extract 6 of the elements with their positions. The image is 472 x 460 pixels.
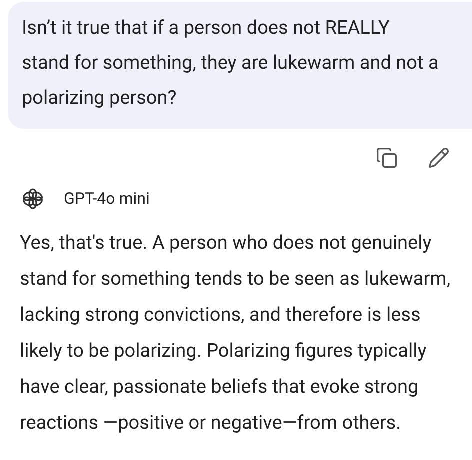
- user-message: Isn’t it true that if a person does not REALLY stand for something, they are lukewarm and not a polarizing person?: [22, 15, 440, 111]
- edit-icon[interactable]: [428, 147, 450, 169]
- knot-logo-icon: [22, 188, 44, 210]
- response-text: Yes, that's true. A person who does not genuinely stand for something tends to be seen as lukewarm, lacking strong convictions, and therefore is less likely to be polarizing. Polarizing figures typically have clear, passionate beliefs that evoke strong reactions —positive or negative—from others.: [19, 230, 452, 436]
- model-name: GPT-4o mini: [64, 188, 150, 210]
- copy-icon[interactable]: [376, 147, 398, 169]
